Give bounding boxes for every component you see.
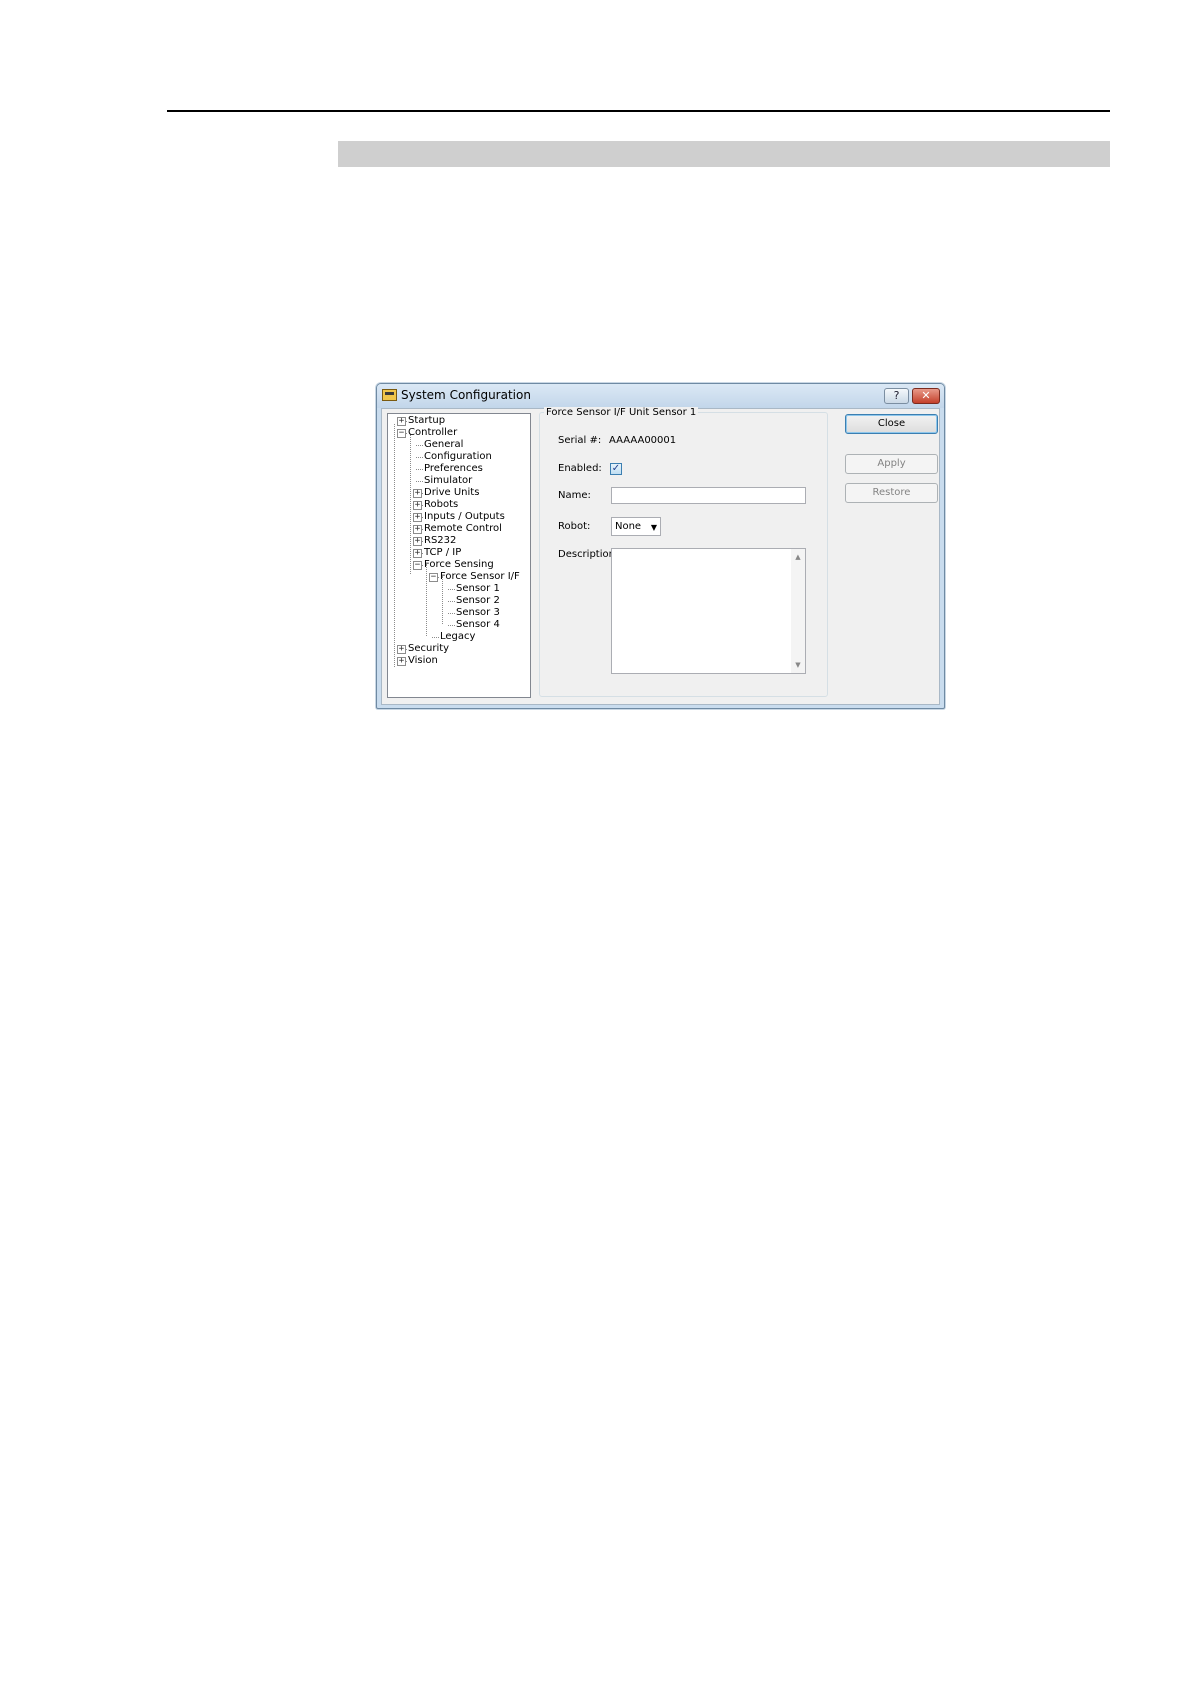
name-label: Name:	[558, 490, 591, 501]
tree-guide-controller	[410, 434, 411, 574]
collapse-icon[interactable]: −	[397, 429, 406, 438]
app-icon	[382, 389, 397, 401]
name-input[interactable]	[611, 487, 806, 504]
expand-icon[interactable]: +	[413, 501, 422, 510]
window-close-button[interactable]: ✕	[912, 388, 940, 404]
collapse-icon[interactable]: −	[413, 561, 422, 570]
chevron-down-icon: ▼	[650, 523, 657, 532]
tree-guide-force-sensing	[426, 564, 427, 636]
scroll-up-icon[interactable]: ▲	[791, 550, 805, 564]
page-top-rule	[167, 110, 1110, 112]
window-title: System Configuration	[401, 388, 531, 402]
description-textarea[interactable]: ▲ ▼	[611, 548, 806, 674]
robot-select-value: None	[615, 521, 642, 532]
tree-guide-force-sensor-if	[442, 576, 443, 624]
enabled-label: Enabled:	[558, 463, 602, 474]
expand-icon[interactable]: +	[413, 489, 422, 498]
close-button[interactable]: Close	[845, 414, 938, 434]
collapse-icon[interactable]: −	[429, 573, 438, 582]
serial-value: AAAAA00001	[609, 435, 677, 446]
help-button[interactable]: ?	[884, 388, 909, 404]
configuration-tree[interactable]: + Startup − Controller General Configurati…	[387, 413, 531, 698]
robot-label: Robot:	[558, 521, 591, 532]
group-title: Force Sensor I/F Unit Sensor 1	[544, 407, 699, 419]
scroll-down-icon[interactable]: ▼	[791, 658, 805, 672]
expand-icon[interactable]: +	[397, 645, 406, 654]
tree-guide-root	[394, 424, 395, 667]
dialog-client-area: + Startup − Controller General Configurati…	[381, 407, 940, 705]
sensor-settings-group: Force Sensor I/F Unit Sensor 1 Serial #:…	[539, 407, 828, 697]
description-label: Description:	[558, 549, 619, 560]
expand-icon[interactable]: +	[413, 537, 422, 546]
description-scrollbar[interactable]: ▲ ▼	[791, 549, 805, 673]
enabled-checkbox[interactable]: ✓	[610, 463, 622, 475]
robot-select[interactable]: None ▼	[611, 517, 661, 536]
serial-label: Serial #:	[558, 435, 602, 446]
restore-button[interactable]: Restore	[845, 483, 938, 503]
system-configuration-dialog: System Configuration ? ✕ + Startup − Contr…	[376, 383, 945, 709]
expand-icon[interactable]: +	[413, 549, 422, 558]
section-header-bar	[338, 141, 1110, 167]
title-bar[interactable]: System Configuration ? ✕	[377, 384, 944, 408]
apply-button[interactable]: Apply	[845, 454, 938, 474]
expand-icon[interactable]: +	[397, 657, 406, 666]
expand-icon[interactable]: +	[413, 525, 422, 534]
expand-icon[interactable]: +	[413, 513, 422, 522]
expand-icon[interactable]: +	[397, 417, 406, 426]
